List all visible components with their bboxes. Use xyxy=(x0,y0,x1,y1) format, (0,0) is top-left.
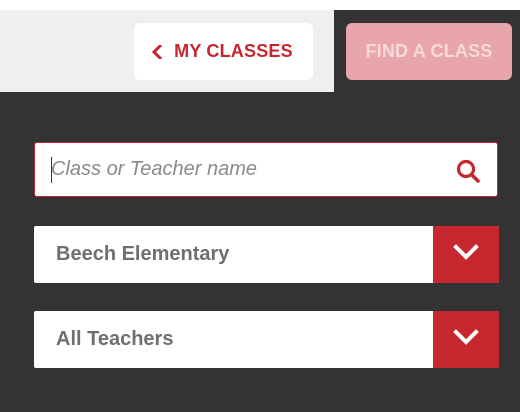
find-a-class-button[interactable]: FIND A CLASS xyxy=(346,23,512,80)
school-select-toggle[interactable] xyxy=(433,226,499,283)
chevron-down-icon xyxy=(453,244,479,265)
school-select[interactable]: Beech Elementary xyxy=(34,226,499,283)
teacher-select-toggle[interactable] xyxy=(433,311,499,368)
find-a-class-label: FIND A CLASS xyxy=(365,41,493,61)
school-select-value: Beech Elementary xyxy=(56,243,230,265)
search-icon[interactable] xyxy=(455,158,481,184)
top-strip xyxy=(0,0,520,10)
chevron-left-icon xyxy=(150,44,164,59)
find-class-screen: MY CLASSES FIND A CLASS Beech Elementary… xyxy=(0,0,520,412)
search-box xyxy=(34,142,498,197)
text-cursor xyxy=(51,157,52,183)
tab-bar: MY CLASSES FIND A CLASS xyxy=(0,10,520,92)
my-classes-label: MY CLASSES xyxy=(174,41,293,61)
teacher-select-value: All Teachers xyxy=(56,328,174,350)
teacher-select[interactable]: All Teachers xyxy=(34,311,499,368)
chevron-down-icon xyxy=(453,329,479,350)
search-input[interactable] xyxy=(51,149,431,190)
my-classes-button[interactable]: MY CLASSES xyxy=(134,23,313,80)
